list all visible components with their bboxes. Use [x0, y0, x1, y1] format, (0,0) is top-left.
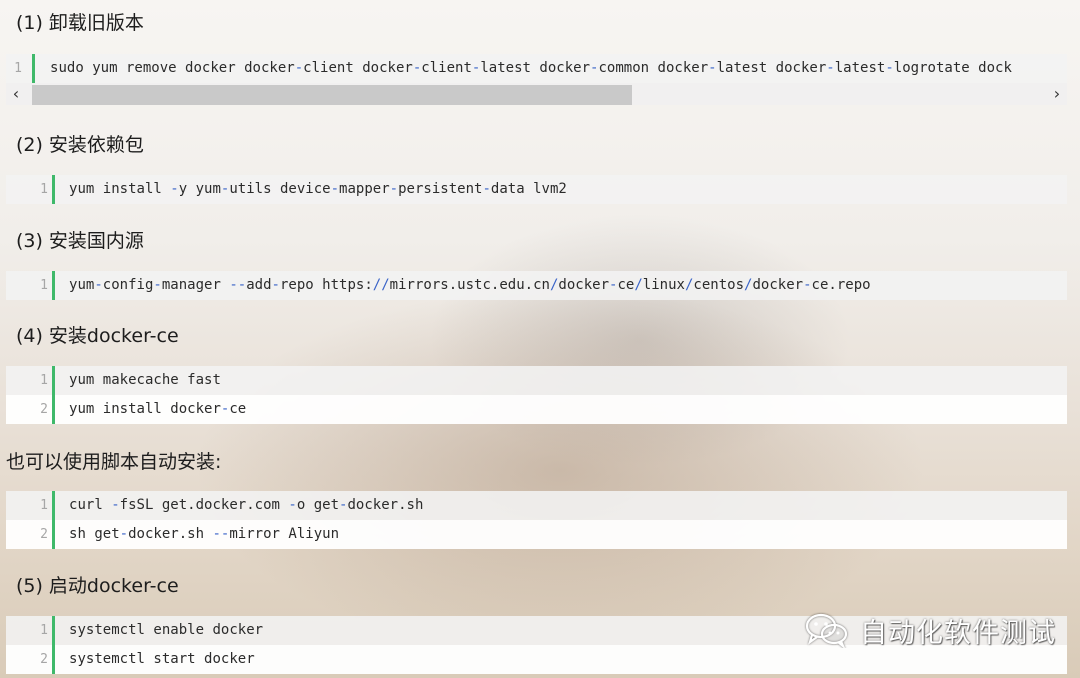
code-line: 1 yum-config-manager --add-repo https://… [6, 271, 1067, 300]
section-title: 安装国内源 [48, 230, 144, 252]
gutter-marker [52, 271, 55, 300]
code-line: 1 yum install -y yum-utils device-mapper… [6, 175, 1067, 204]
section-heading-4: (4) 安装docker-ce [16, 321, 179, 348]
gutter-marker [32, 54, 35, 83]
section-title: 启动docker-ce [48, 575, 179, 597]
watermark: 自动化软件测试 [804, 612, 1056, 649]
code-text: systemctl start docker [69, 651, 255, 667]
code-text: yum-config-manager --add-repo https://mi… [69, 277, 871, 293]
code-line: 2 sh get-docker.sh --mirror Aliyun [6, 520, 1067, 549]
gutter-marker [52, 616, 55, 645]
code-line: 2 yum install docker-ce [6, 395, 1067, 424]
section-number: (4) [16, 325, 43, 347]
section-title: 卸载旧版本 [48, 12, 144, 34]
gutter-marker [52, 366, 55, 395]
code-text: sudo yum remove docker docker-client doc… [50, 60, 1012, 76]
code-line: 1 curl -fsSL get.docker.com -o get-docke… [6, 491, 1067, 520]
gutter-marker [52, 520, 55, 549]
code-line: 1 yum makecache fast [6, 366, 1067, 395]
section-heading-1: (1) 卸载旧版本 [16, 8, 144, 35]
section-heading-2: (2) 安装依赖包 [16, 130, 144, 157]
wechat-icon [805, 613, 848, 648]
gutter-marker [52, 491, 55, 520]
gutter-marker [52, 395, 55, 424]
code-text: sh get-docker.sh --mirror Aliyun [69, 526, 339, 542]
code-block-script: 1 curl -fsSL get.docker.com -o get-docke… [6, 491, 1067, 549]
section-heading-5: (5) 启动docker-ce [16, 571, 179, 598]
watermark-text: 自动化软件测试 [860, 617, 1056, 649]
gutter-marker [52, 645, 55, 674]
section-title: 安装依赖包 [48, 134, 144, 156]
line-number: 1 [40, 498, 48, 513]
line-number: 1 [40, 182, 48, 197]
horizontal-scrollbar[interactable]: ‹ › [6, 83, 1067, 105]
code-text: yum makecache fast [69, 372, 221, 388]
section-number: (2) [16, 134, 43, 156]
code-block-uninstall: 1 sudo yum remove docker docker-client d… [6, 54, 1067, 105]
code-block-install: 1 yum makecache fast 2 yum install docke… [6, 366, 1067, 424]
section-heading-3: (3) 安装国内源 [16, 226, 144, 253]
section-title: 安装docker-ce [48, 325, 179, 347]
line-number: 2 [40, 527, 48, 542]
section-number: (3) [16, 230, 43, 252]
line-number: 2 [40, 652, 48, 667]
line-number: 2 [40, 402, 48, 417]
code-block-deps: 1 yum install -y yum-utils device-mapper… [6, 175, 1067, 204]
code-text: yum install -y yum-utils device-mapper-p… [69, 181, 567, 197]
scroll-right-icon[interactable]: › [1047, 83, 1067, 105]
line-number: 1 [14, 61, 22, 76]
code-text: curl -fsSL get.docker.com -o get-docker.… [69, 497, 424, 513]
scroll-left-icon[interactable]: ‹ [6, 83, 26, 105]
section-number: (5) [16, 575, 43, 597]
code-text: systemctl enable docker [69, 622, 264, 638]
script-install-note: 也可以使用脚本自动安装: [6, 451, 222, 473]
section-number: (1) [16, 12, 43, 34]
code-block-repo: 1 yum-config-manager --add-repo https://… [6, 271, 1067, 300]
gutter-marker [52, 175, 55, 204]
line-number: 1 [40, 373, 48, 388]
scroll-thumb[interactable] [32, 85, 632, 105]
code-text: yum install docker-ce [69, 401, 247, 417]
code-line: 1 sudo yum remove docker docker-client d… [6, 54, 1067, 83]
line-number: 1 [40, 278, 48, 293]
line-number: 1 [40, 623, 48, 638]
